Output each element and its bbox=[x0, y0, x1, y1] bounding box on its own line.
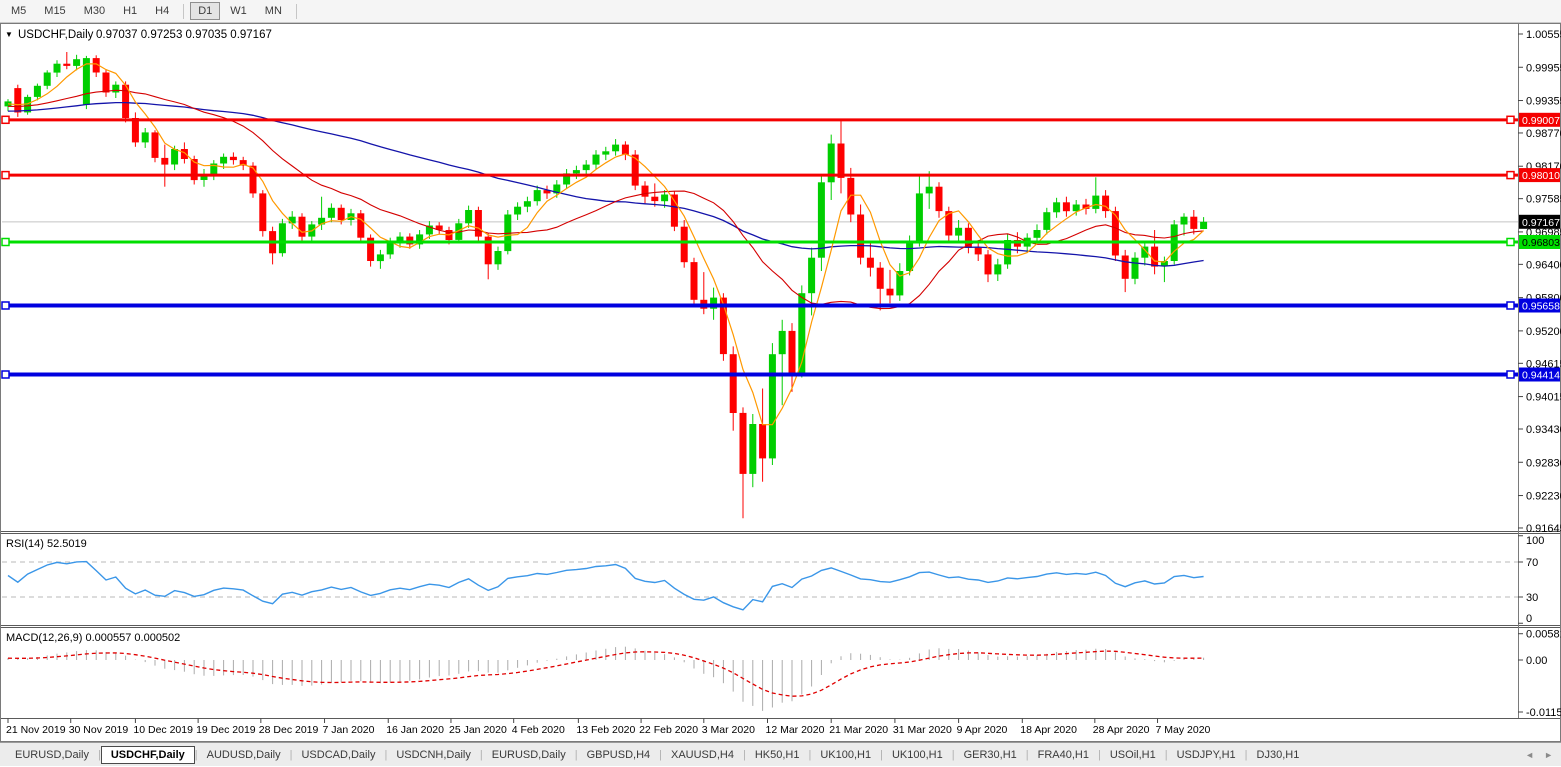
svg-text:0.92230: 0.92230 bbox=[1526, 491, 1561, 503]
tab-usdjpy-h1[interactable]: USDJPY,H1 bbox=[1168, 746, 1245, 764]
svg-text:0.94015: 0.94015 bbox=[1526, 392, 1561, 404]
date-label: 7 Jan 2020 bbox=[323, 724, 375, 736]
date-label: 22 Feb 2020 bbox=[639, 724, 698, 736]
timeframe-button-m30[interactable]: M30 bbox=[76, 2, 113, 20]
tab-scroll-arrows: ◄ ► bbox=[1525, 743, 1553, 767]
date-label: 25 Jan 2020 bbox=[449, 724, 507, 736]
svg-text:0: 0 bbox=[1526, 613, 1532, 625]
svg-text:0.96803: 0.96803 bbox=[1522, 237, 1560, 249]
svg-text:0.00: 0.00 bbox=[1526, 655, 1547, 667]
collapse-arrow-icon[interactable]: ▼ bbox=[5, 30, 13, 39]
tab-xauusd-h4[interactable]: XAUUSD,H4 bbox=[662, 746, 743, 764]
tab-hk50-h1[interactable]: HK50,H1 bbox=[746, 746, 809, 764]
chart-title-symbol: USDCHF,Daily bbox=[18, 29, 94, 41]
timeframe-button-h4[interactable]: H4 bbox=[147, 2, 177, 20]
date-label: 7 May 2020 bbox=[1156, 724, 1211, 736]
tab-uk100-h1[interactable]: UK100,H1 bbox=[811, 746, 880, 764]
timeframe-button-d1[interactable]: D1 bbox=[190, 2, 220, 20]
svg-text:0.95658: 0.95658 bbox=[1522, 301, 1560, 313]
timeframe-button-h1[interactable]: H1 bbox=[115, 2, 145, 20]
tab-audusd-daily[interactable]: AUDUSD,Daily bbox=[198, 746, 290, 764]
tab-usdchf-daily[interactable]: USDCHF,Daily bbox=[101, 746, 195, 764]
toolbar-separator bbox=[296, 4, 297, 19]
date-label: 13 Feb 2020 bbox=[576, 724, 635, 736]
date-label: 3 Mar 2020 bbox=[702, 724, 755, 736]
tab-scroll-left-icon[interactable]: ◄ bbox=[1525, 750, 1534, 760]
tab-eurusd-daily[interactable]: EURUSD,Daily bbox=[6, 746, 98, 764]
date-label: 21 Mar 2020 bbox=[829, 724, 888, 736]
svg-text:30: 30 bbox=[1526, 592, 1538, 604]
tab-usoil-h1[interactable]: USOil,H1 bbox=[1101, 746, 1165, 764]
svg-text:0.92830: 0.92830 bbox=[1526, 457, 1561, 469]
timeframe-button-m5[interactable]: M5 bbox=[3, 2, 34, 20]
svg-text:-0.011514: -0.011514 bbox=[1526, 707, 1561, 719]
svg-text:0.98010: 0.98010 bbox=[1522, 170, 1560, 182]
svg-text:1.00555: 1.00555 bbox=[1526, 29, 1561, 41]
date-label: 31 Mar 2020 bbox=[893, 724, 952, 736]
date-label: 28 Dec 2019 bbox=[259, 724, 319, 736]
tab-dj30-h1[interactable]: DJ30,H1 bbox=[1248, 746, 1309, 764]
timeframe-button-mn[interactable]: MN bbox=[257, 2, 290, 20]
date-label: 28 Apr 2020 bbox=[1093, 724, 1150, 736]
tab-ger30-h1[interactable]: GER30,H1 bbox=[955, 746, 1026, 764]
svg-text:100: 100 bbox=[1526, 535, 1544, 547]
svg-text:0.93430: 0.93430 bbox=[1526, 424, 1561, 436]
date-label: 21 Nov 2019 bbox=[6, 724, 66, 736]
timeframe-button-m15[interactable]: M15 bbox=[36, 2, 73, 20]
svg-text:0.99955: 0.99955 bbox=[1526, 62, 1561, 74]
svg-text:0.97585: 0.97585 bbox=[1526, 194, 1561, 206]
chart-area[interactable]: 1.005550.999550.993550.987700.981700.975… bbox=[0, 23, 1561, 742]
toolbar-separator bbox=[183, 4, 184, 19]
chart-tabbar: EURUSD,Daily|USDCHF,Daily|AUDUSD,Daily|U… bbox=[0, 742, 1561, 766]
date-label: 4 Feb 2020 bbox=[512, 724, 565, 736]
svg-text:0.97167: 0.97167 bbox=[1522, 217, 1560, 229]
date-label: 16 Jan 2020 bbox=[386, 724, 444, 736]
tab-gbpusd-h4[interactable]: GBPUSD,H4 bbox=[578, 746, 660, 764]
timeframe-toolbar: M5M15M30H1H4 D1W1MN bbox=[0, 0, 1561, 23]
tab-uk100-h1[interactable]: UK100,H1 bbox=[883, 746, 952, 764]
tab-eurusd-daily[interactable]: EURUSD,Daily bbox=[483, 746, 575, 764]
svg-text:70: 70 bbox=[1526, 557, 1538, 569]
svg-text:0.99355: 0.99355 bbox=[1526, 96, 1561, 108]
svg-text:0.95200: 0.95200 bbox=[1526, 326, 1561, 338]
timeframe-button-w1[interactable]: W1 bbox=[222, 2, 255, 20]
date-label: 18 Apr 2020 bbox=[1020, 724, 1077, 736]
tab-scroll-right-icon[interactable]: ► bbox=[1544, 750, 1553, 760]
tab-fra40-h1[interactable]: FRA40,H1 bbox=[1029, 746, 1098, 764]
svg-text:0.005818: 0.005818 bbox=[1526, 629, 1561, 641]
date-label: 30 Nov 2019 bbox=[69, 724, 129, 736]
date-label: 12 Mar 2020 bbox=[766, 724, 825, 736]
macd-indicator-label: MACD(12,26,9) 0.000557 0.000502 bbox=[6, 632, 180, 644]
tab-usdcad-daily[interactable]: USDCAD,Daily bbox=[292, 746, 384, 764]
date-label: 10 Dec 2019 bbox=[133, 724, 193, 736]
rsi-indicator-label: RSI(14) 52.5019 bbox=[6, 538, 87, 550]
tab-usdcnh-daily[interactable]: USDCNH,Daily bbox=[387, 746, 480, 764]
svg-text:0.94414: 0.94414 bbox=[1522, 370, 1560, 382]
chart-title-ohlc: 0.97037 0.97253 0.97035 0.97167 bbox=[96, 29, 272, 41]
svg-text:0.98770: 0.98770 bbox=[1526, 128, 1561, 140]
date-label: 9 Apr 2020 bbox=[957, 724, 1008, 736]
svg-text:0.99007: 0.99007 bbox=[1522, 115, 1560, 127]
svg-text:0.91645: 0.91645 bbox=[1526, 523, 1561, 535]
svg-text:0.96400: 0.96400 bbox=[1526, 259, 1561, 271]
date-label: 19 Dec 2019 bbox=[196, 724, 256, 736]
